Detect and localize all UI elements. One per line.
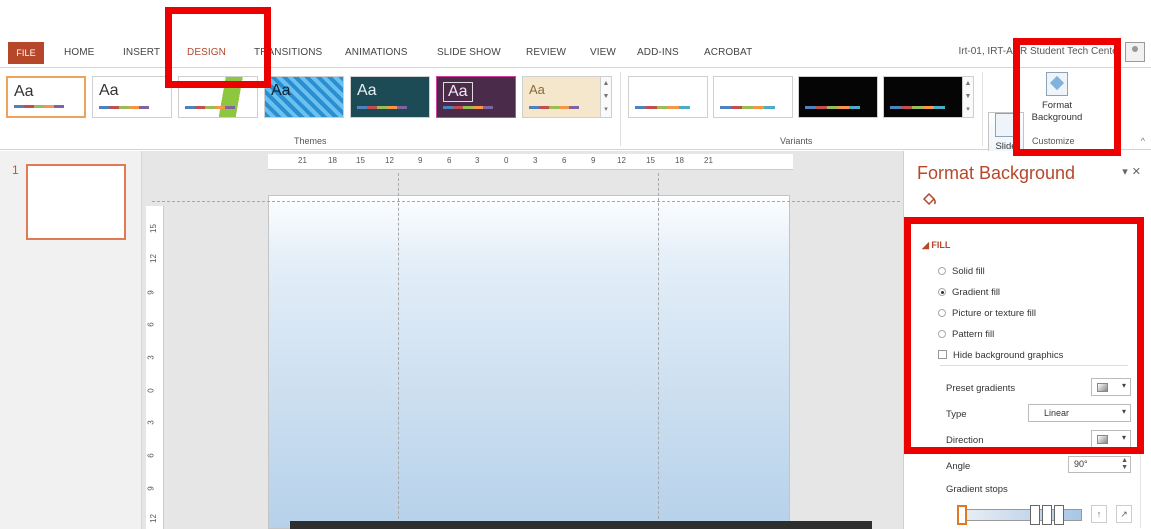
theme-sample-text: Aa [271, 82, 291, 99]
gradient-stop-handle[interactable] [957, 505, 967, 525]
add-gradient-stop-icon[interactable]: ↑ [1091, 505, 1107, 523]
theme-sample-text: Aa [357, 82, 377, 99]
ruler-tick: 3 [533, 156, 538, 165]
variant-color-bar [805, 106, 860, 109]
drawing-guide[interactable] [398, 173, 399, 529]
spinner-arrows-icon[interactable]: ▲ ▼ [1121, 457, 1128, 471]
gradient-stops-label: Gradient stops [946, 484, 1008, 495]
ruler-tick: 18 [328, 156, 337, 165]
ruler-tick: 6 [146, 453, 156, 458]
ruler-tick: 0 [504, 156, 509, 165]
theme-sample-text: Aa [443, 82, 473, 102]
variants-group-label: Variants [780, 136, 813, 146]
ruler-tick: 18 [675, 156, 684, 165]
variant-thumbnail-3[interactable] [798, 76, 878, 118]
ruler-tick: 21 [298, 156, 307, 165]
theme-color-bar [443, 106, 493, 109]
ruler-tick: 6 [146, 322, 156, 327]
tab-home[interactable]: HOME [64, 47, 94, 58]
theme-thumbnail-ion-boardroom[interactable]: Aa [436, 76, 516, 118]
slide-number: 1 [12, 163, 19, 177]
pane-options-icon[interactable]: ▾ [1122, 166, 1132, 178]
close-icon[interactable]: ✕ [1132, 166, 1145, 178]
video-caption-bar [290, 521, 872, 529]
variant-color-bar [890, 106, 945, 109]
ruler-tick: 12 [617, 156, 626, 165]
highlight-format-background-button [1013, 38, 1121, 156]
group-separator [620, 72, 621, 146]
variant-thumbnail-1[interactable] [628, 76, 708, 118]
ruler-tick: 9 [146, 486, 156, 491]
ruler-tick: 15 [646, 156, 655, 165]
slide-thumbnail-pane: 1 [0, 151, 142, 529]
ruler-tick: 12 [385, 156, 394, 165]
angle-spinner[interactable]: 90° ▲ ▼ [1068, 456, 1131, 473]
gradient-stop-handle[interactable] [1054, 505, 1064, 525]
drawing-guide[interactable] [658, 173, 659, 529]
theme-color-bar [14, 105, 64, 108]
ruler-tick: 6 [562, 156, 567, 165]
pane-title: Format Background [917, 163, 1076, 183]
theme-color-bar [99, 106, 149, 109]
theme-color-bar [529, 106, 579, 109]
highlight-design-tab [165, 7, 271, 88]
ruler-tick: 21 [704, 156, 713, 165]
variant-thumbnail-4[interactable] [883, 76, 963, 118]
gradient-stops-bar[interactable] [962, 509, 1082, 521]
avatar[interactable] [1125, 42, 1145, 62]
theme-sample-text: Aa [14, 83, 34, 100]
tab-review[interactable]: REVIEW [526, 47, 566, 58]
themes-group-label: Themes [294, 136, 327, 146]
ruler-tick: 3 [475, 156, 480, 165]
tab-add-ins[interactable]: ADD-INS [637, 47, 679, 58]
ruler-tick: 9 [591, 156, 596, 165]
tab-animations[interactable]: ANIMATIONS [345, 47, 407, 58]
slide-canvas[interactable] [268, 195, 790, 529]
pane-controls[interactable]: ▾✕ [1122, 165, 1145, 178]
collapse-ribbon-icon[interactable]: ^ [1141, 136, 1145, 146]
tab-acrobat[interactable]: ACROBAT [704, 47, 752, 58]
horizontal-ruler: 21 18 15 12 9 6 3 0 3 6 9 12 15 18 21 [268, 154, 793, 170]
theme-thumbnail-office[interactable]: Aa [6, 76, 86, 118]
theme-color-bar [185, 106, 235, 109]
slide-editing-area: 1 21 18 15 12 9 6 3 0 3 6 9 12 15 18 21 … [0, 151, 903, 529]
variant-thumbnail-2[interactable] [713, 76, 793, 118]
group-separator [982, 72, 983, 146]
ruler-tick: 12 [148, 514, 158, 523]
ruler-tick: 9 [146, 290, 156, 295]
theme-sample-text: Aa [99, 82, 119, 99]
ruler-tick: 3 [146, 355, 156, 360]
fill-bucket-icon[interactable] [921, 193, 937, 207]
vertical-ruler: 15 12 9 6 3 0 3 6 9 12 [146, 206, 164, 529]
ruler-tick: 0 [146, 388, 156, 393]
themes-gallery-scroll[interactable]: ▲ ▼ ▾ [600, 76, 612, 118]
tab-slide-show[interactable]: SLIDE SHOW [437, 47, 501, 58]
theme-thumbnail-office-theme[interactable]: Aa [92, 76, 172, 118]
remove-gradient-stop-icon[interactable]: ↗ [1116, 505, 1132, 523]
gradient-stop-handle[interactable] [1030, 505, 1040, 525]
theme-thumbnail-ion[interactable]: Aa [350, 76, 430, 118]
tab-file[interactable]: FILE [8, 42, 44, 64]
theme-thumbnail-integral[interactable]: Aa [264, 76, 344, 118]
theme-color-bar [357, 106, 407, 109]
ruler-tick: 15 [148, 224, 158, 233]
ruler-tick: 6 [447, 156, 452, 165]
tab-insert[interactable]: INSERT [123, 47, 160, 58]
theme-sample-text: Aa [529, 82, 545, 97]
ruler-tick: 9 [418, 156, 423, 165]
gradient-stop-handle[interactable] [1042, 505, 1052, 525]
highlight-fill-options [904, 217, 1144, 454]
variant-color-bar [720, 106, 775, 109]
tab-view[interactable]: VIEW [590, 47, 616, 58]
variant-color-bar [635, 106, 690, 109]
angle-label: Angle [946, 461, 971, 472]
theme-thumbnail-organic[interactable]: Aa [522, 76, 602, 118]
angle-value: 90° [1074, 459, 1088, 469]
ruler-tick: 12 [148, 254, 158, 263]
ruler-tick: 3 [146, 420, 156, 425]
drawing-guide[interactable] [152, 201, 900, 202]
ruler-tick: 15 [356, 156, 365, 165]
slide-thumbnail[interactable] [26, 164, 126, 240]
variants-gallery-scroll[interactable]: ▲ ▼ ▾ [962, 76, 974, 118]
